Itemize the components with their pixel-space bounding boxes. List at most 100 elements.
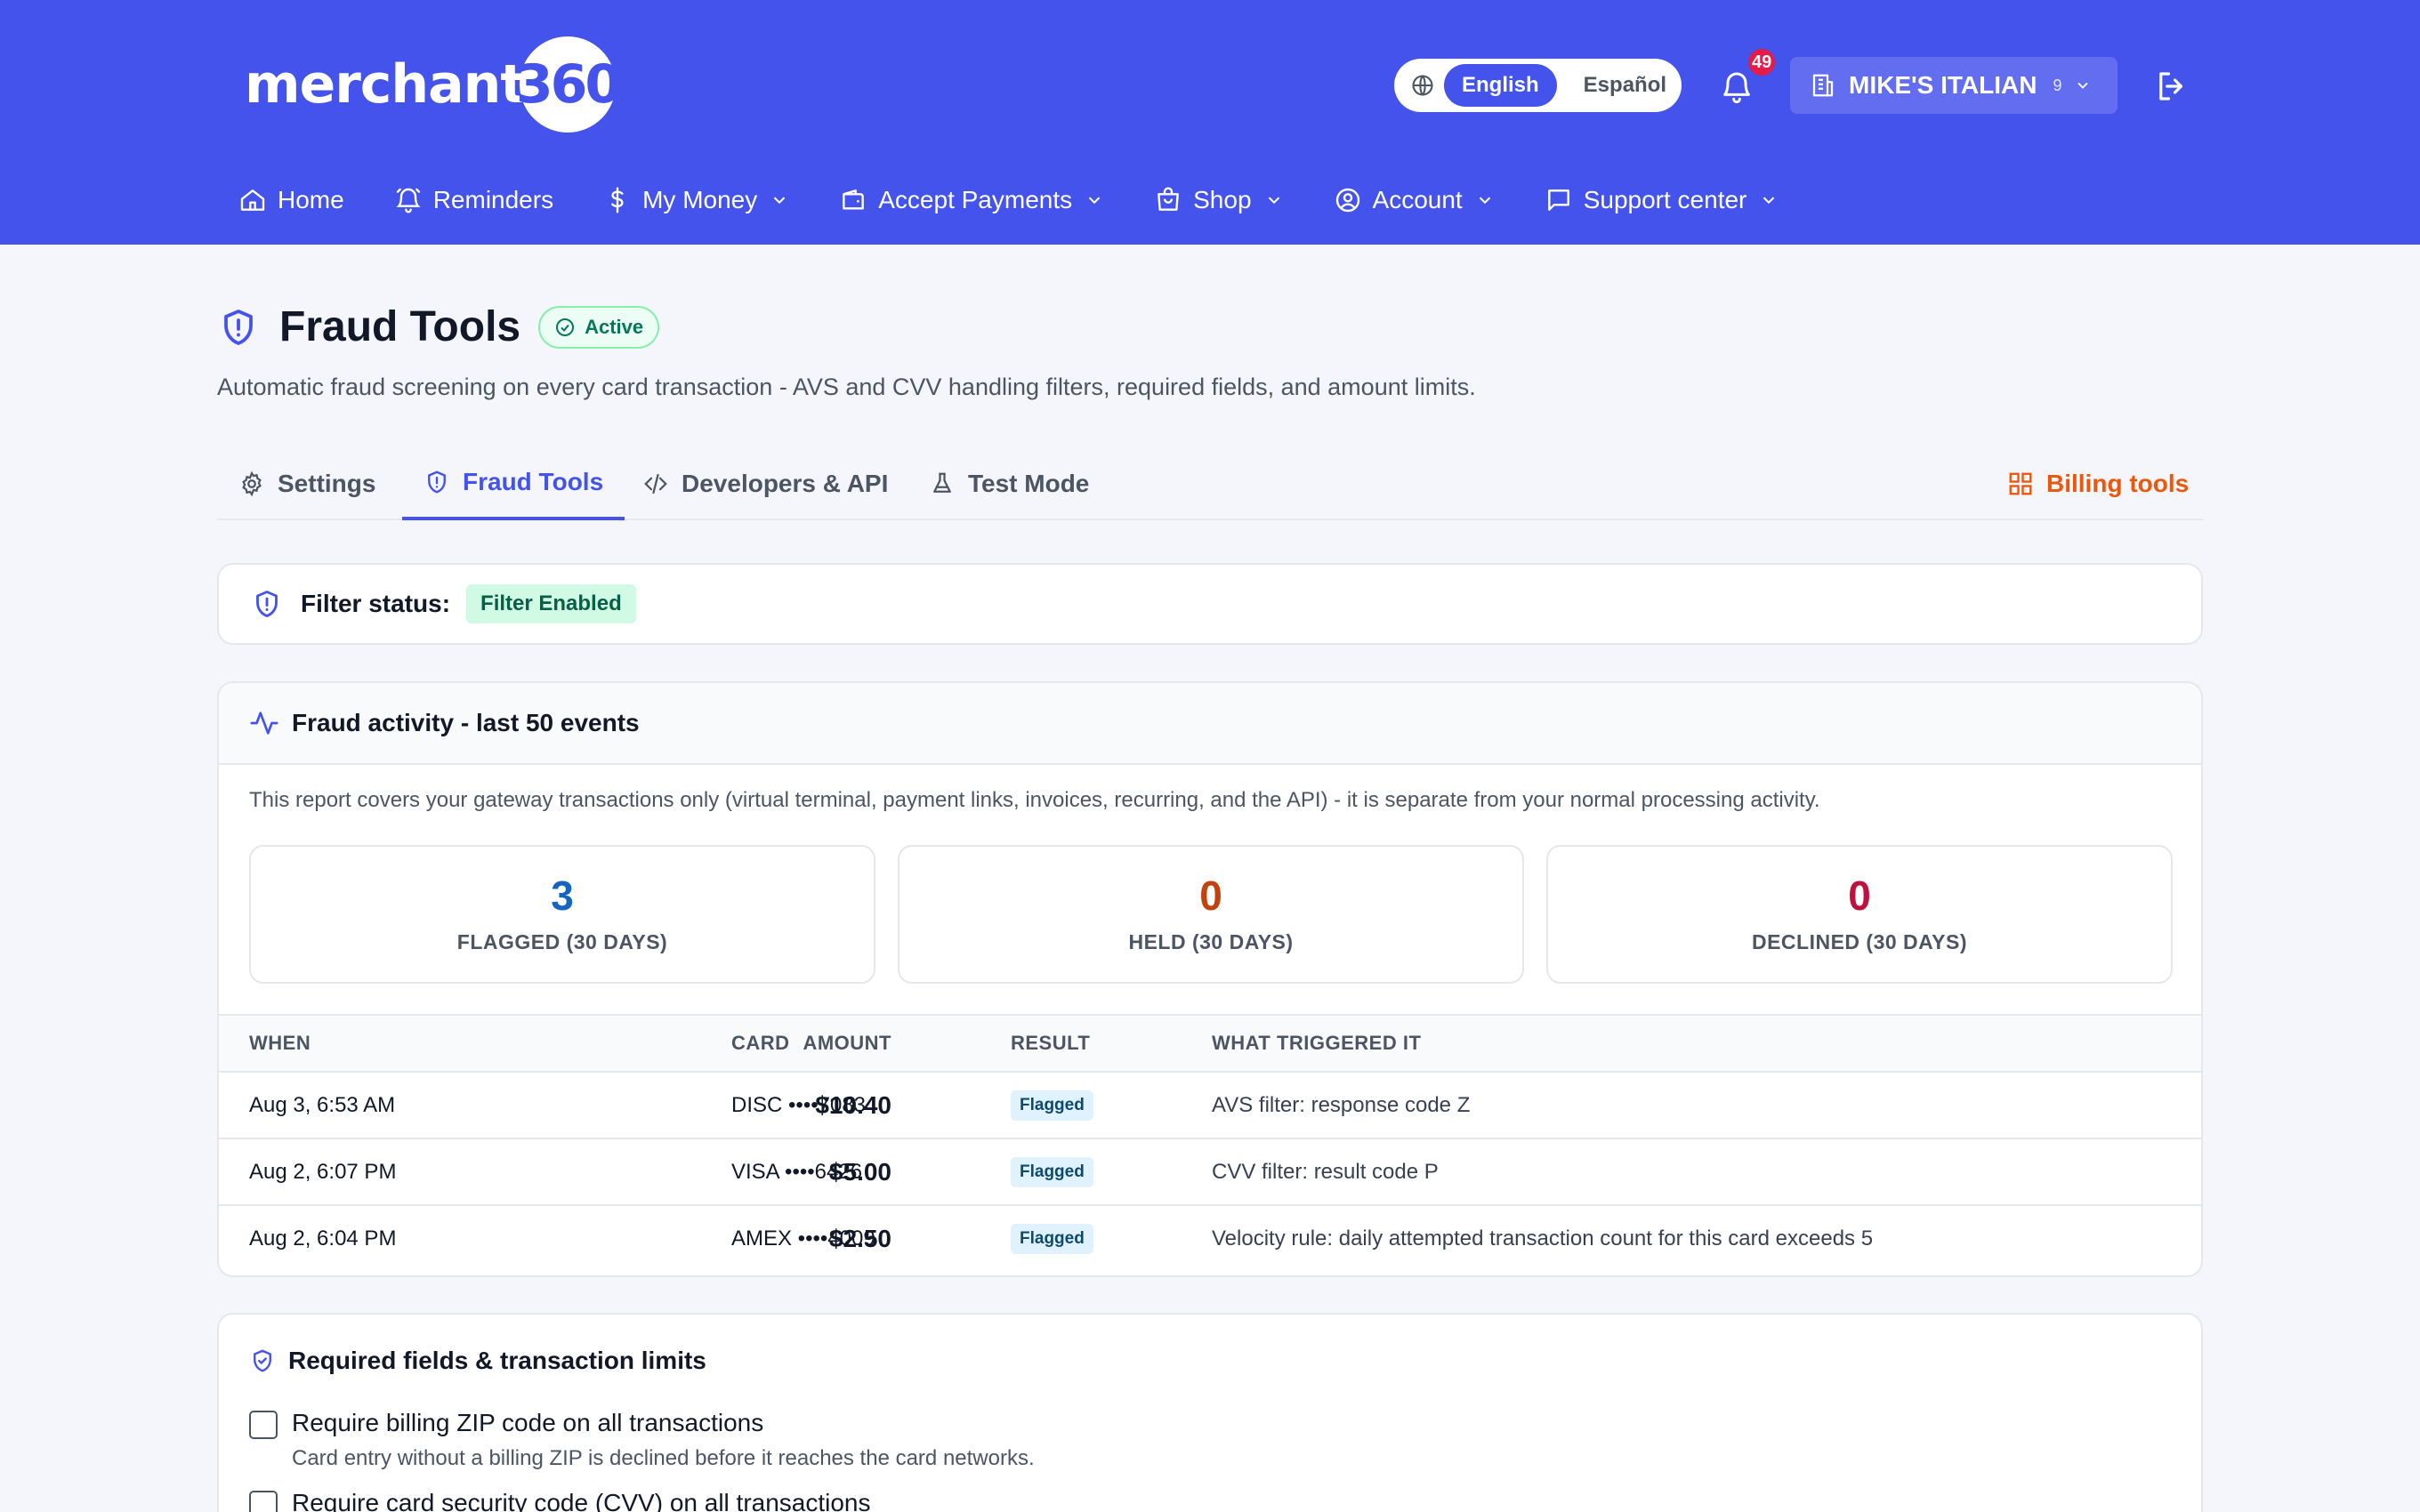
nav-account-label: Account xyxy=(1372,186,1463,213)
nav-accept-payments-label: Accept Payments xyxy=(878,186,1073,213)
fraud-activity-note: This report covers your gateway transact… xyxy=(249,788,1820,812)
stat-declined: 0 DECLINED (30 DAYS) xyxy=(1546,845,2173,984)
require-cvv-checkbox[interactable] xyxy=(249,1491,278,1512)
globe-icon xyxy=(1412,75,1433,96)
user-circle-icon xyxy=(1335,188,1359,213)
row-trigger: Velocity rule: daily attempted transacti… xyxy=(1212,1226,1874,1251)
tab-fraud-tools[interactable]: Fraud Tools xyxy=(402,447,625,520)
table-row[interactable]: Aug 2, 6:07 PM $5.00 VISA ••••6426 Flagg… xyxy=(219,1139,2201,1206)
shopping-bag-icon xyxy=(1158,187,1179,211)
row-result: Flagged xyxy=(1011,1073,1093,1138)
stat-declined-label: DECLINED (30 DAYS) xyxy=(1751,929,1968,953)
nav-accept-payments[interactable]: Accept Payments xyxy=(839,186,1104,214)
row-card: DISC ••••7083 xyxy=(731,1092,867,1117)
require-cvv-option[interactable]: Require card security code (CVV) on all … xyxy=(249,1489,871,1512)
row-card: VISA ••••6426 xyxy=(731,1159,863,1184)
row-when: Aug 2, 6:04 PM xyxy=(249,1226,397,1251)
language-english-option[interactable]: English xyxy=(1444,64,1557,107)
nav-support-center[interactable]: Support center xyxy=(1545,186,1779,214)
grid-icon xyxy=(2009,472,2032,495)
row-result: Flagged xyxy=(1011,1206,1093,1271)
language-switcher: English Español xyxy=(1394,59,1682,112)
merchant-switcher-button[interactable]: MIKE'S ITALIAN 9 xyxy=(1790,57,2118,114)
shield-alert-icon xyxy=(256,591,278,617)
notification-count-badge: 49 xyxy=(1746,46,1779,78)
tab-settings[interactable]: Settings xyxy=(238,447,375,520)
dollar-icon xyxy=(611,187,624,213)
nav-shop[interactable]: Shop xyxy=(1154,186,1283,214)
nav-my-money-label: My Money xyxy=(642,186,758,213)
page-description: Automatic fraud screening on every card … xyxy=(217,374,1476,400)
merchant-name: MIKE'S ITALIAN xyxy=(1849,71,2037,99)
message-square-icon xyxy=(1547,189,1569,211)
building-icon xyxy=(1812,74,1834,97)
merchant360-logo[interactable]: merchant 360 xyxy=(245,36,622,133)
flask-icon xyxy=(933,472,951,493)
nav-home-label: Home xyxy=(278,186,344,213)
require-cvv-label: Require card security code (CVV) on all … xyxy=(292,1489,871,1512)
shield-check-icon xyxy=(254,1349,271,1372)
code-icon xyxy=(644,473,667,495)
top-header: merchant 360 English Español 49 MIKE'S I… xyxy=(0,0,2420,245)
nav-reminders[interactable]: Reminders xyxy=(394,186,553,214)
tab-test-mode[interactable]: Test Mode xyxy=(929,447,1089,520)
flagged-badge: Flagged xyxy=(1011,1156,1093,1187)
chevron-down-icon xyxy=(774,197,786,205)
column-trigger: WHAT TRIGGERED IT xyxy=(1212,1032,1422,1054)
stat-held-value: 0 xyxy=(1199,872,1222,919)
column-card: CARD xyxy=(731,1032,790,1054)
row-trigger: AVS filter: response code Z xyxy=(1212,1092,1471,1117)
required-fields-title: Required fields & transaction limits xyxy=(288,1347,706,1374)
stat-held-label: HELD (30 DAYS) xyxy=(1128,929,1294,953)
tab-test-mode-label: Test Mode xyxy=(968,470,1090,497)
gear-icon xyxy=(242,470,262,497)
row-trigger: CVV filter: result code P xyxy=(1212,1159,1439,1184)
tab-fraud-tools-label: Fraud Tools xyxy=(463,468,604,495)
filter-status-label: Filter status: xyxy=(301,590,451,617)
nav-account[interactable]: Account xyxy=(1334,186,1495,214)
bell-ring-icon xyxy=(396,188,421,213)
logout-icon[interactable] xyxy=(2153,68,2190,105)
fraud-activity-title: Fraud activity - last 50 events xyxy=(292,709,640,736)
logo-wordmark: merchant xyxy=(245,53,526,116)
required-fields-header: Required fields & transaction limits xyxy=(249,1347,706,1375)
shield-alert-icon xyxy=(224,309,253,345)
require-zip-option[interactable]: Require billing ZIP code on all transact… xyxy=(249,1409,1035,1471)
nav-my-money[interactable]: My Money xyxy=(603,186,789,214)
table-row[interactable]: Aug 3, 6:53 AM $10.40 DISC ••••7083 Flag… xyxy=(219,1073,2201,1139)
stat-declined-value: 0 xyxy=(1848,872,1871,919)
row-result: Flagged xyxy=(1011,1139,1093,1204)
status-badge-label: Active xyxy=(585,315,644,338)
stat-flagged-value: 3 xyxy=(551,872,574,919)
chevron-down-icon xyxy=(1763,197,1775,205)
bell-icon[interactable] xyxy=(1719,69,1754,105)
merchant-count: 9 xyxy=(2053,76,2062,94)
chevron-down-icon xyxy=(1088,197,1101,205)
chevron-down-icon xyxy=(1268,197,1279,205)
section-tabs: Settings Fraud Tools Developers & API Te… xyxy=(217,447,2203,520)
column-when: WHEN xyxy=(249,1032,311,1054)
require-zip-label: Require billing ZIP code on all transact… xyxy=(292,1409,764,1436)
stat-flagged: 3 FLAGGED (30 DAYS) xyxy=(249,845,875,984)
require-zip-checkbox[interactable] xyxy=(249,1411,278,1439)
nav-home[interactable]: Home xyxy=(238,186,344,214)
table-row[interactable]: Aug 2, 6:04 PM $2.50 AMEX ••••4009 Flagg… xyxy=(219,1206,2201,1273)
table-header: WHEN AMOUNT CARD RESULT WHAT TRIGGERED I… xyxy=(219,1014,2201,1073)
language-spanish-option[interactable]: Español xyxy=(1584,73,1666,98)
check-circle-icon xyxy=(556,318,575,336)
row-when: Aug 2, 6:07 PM xyxy=(249,1159,397,1184)
tab-developers-api[interactable]: Developers & API xyxy=(642,447,888,520)
require-zip-help: Card entry without a billing ZIP is decl… xyxy=(292,1446,1035,1470)
tab-settings-label: Settings xyxy=(278,470,376,497)
page-title: Fraud Tools xyxy=(279,303,521,350)
fraud-activity-card: Fraud activity - last 50 events This rep… xyxy=(217,681,2203,1277)
stat-held: 0 HELD (30 DAYS) xyxy=(898,845,1524,984)
row-when: Aug 3, 6:53 AM xyxy=(249,1092,396,1117)
billing-tools-link[interactable]: Billing tools xyxy=(2007,447,2189,520)
column-result: RESULT xyxy=(1011,1032,1091,1054)
flagged-badge: Flagged xyxy=(1011,1090,1093,1121)
required-fields-card: Required fields & transaction limits Req… xyxy=(217,1313,2203,1512)
main-navigation: Home Reminders My Money Accept Payments … xyxy=(238,178,1828,222)
tab-developers-api-label: Developers & API xyxy=(682,470,889,497)
activity-icon xyxy=(250,712,278,735)
